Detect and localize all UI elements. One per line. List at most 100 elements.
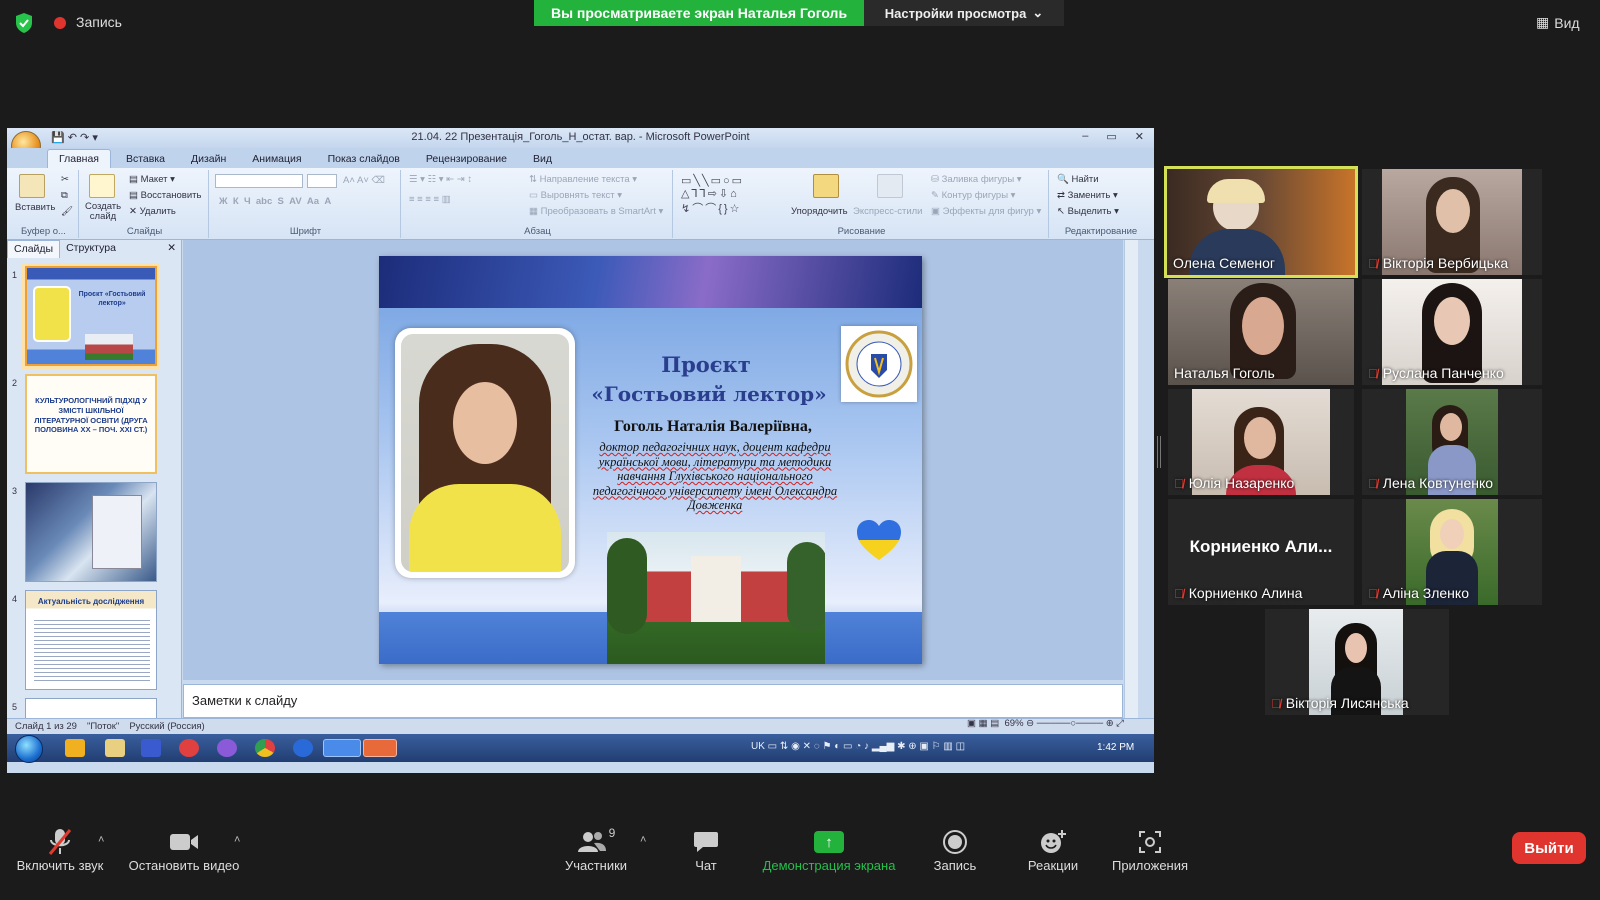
quick-styles-icon[interactable] — [877, 174, 903, 198]
participant-tile[interactable]: Олена Семеног — [1164, 166, 1358, 278]
align-text-button[interactable]: ▭ Выровнять текст ▾ — [529, 190, 622, 201]
video-options-caret-icon[interactable]: ˄ — [234, 834, 240, 846]
apps-button[interactable]: Приложения — [1102, 826, 1198, 873]
quick-styles-button[interactable]: Экспресс-стили — [853, 206, 922, 217]
participant-tile[interactable]: Наталья Гоголь — [1168, 279, 1354, 385]
tab-home[interactable]: Главная — [47, 149, 111, 168]
font-style-buttons[interactable]: Ж К Ч abc S AV Aa A — [219, 196, 331, 207]
tab-slideshow[interactable]: Показ слайдов — [317, 150, 411, 168]
tab-outline[interactable]: Структура — [60, 240, 122, 258]
participant-tile[interactable]: 🎙̸ Руслана Панченко — [1362, 279, 1542, 385]
clock[interactable]: 1:42 PM — [1097, 742, 1134, 753]
text-direction-button[interactable]: ⇅ Направление текста ▾ — [529, 174, 637, 185]
tab-animation[interactable]: Анимация — [241, 150, 312, 168]
copy-icon[interactable]: ⧉ — [61, 190, 68, 201]
participant-tile[interactable]: 🎙̸ Вікторія Вербицька — [1362, 169, 1542, 275]
stop-video-button[interactable]: Остановить видео — [124, 826, 244, 873]
video-face — [1436, 189, 1470, 233]
participant-tile[interactable]: Корниенко Али... 🎙̸ Корниенко Алина — [1168, 499, 1354, 605]
record-button[interactable]: Запись — [920, 826, 990, 873]
delete-slide-button[interactable]: ✕ Удалить — [129, 206, 176, 217]
shapes-gallery[interactable]: ▭╲╲▭○▭ △⅂⅂⇨⇩⌂ ↯⌒⌒{}☆ — [681, 174, 744, 216]
participant-tile[interactable]: 🎙̸ Аліна Зленко — [1362, 499, 1542, 605]
minimize-icon[interactable]: – — [1082, 130, 1088, 143]
input-language[interactable]: UK — [751, 741, 765, 752]
tab-insert[interactable]: Вставка — [115, 150, 176, 168]
zoom-app-icon[interactable] — [323, 739, 361, 757]
list-buttons[interactable]: ☰ ▾ ☷ ▾ ⇤ ⇥ ↕ — [409, 174, 472, 185]
view-settings-dropdown[interactable]: Настройки просмотра ⌄ — [864, 0, 1064, 26]
chrome-icon[interactable] — [255, 739, 275, 757]
paste-button[interactable]: Вставить — [15, 202, 55, 213]
participant-tile[interactable]: 🎙̸ Юлія Назаренко — [1168, 389, 1354, 495]
tab-review[interactable]: Рецензирование — [415, 150, 518, 168]
undo-icon[interactable]: ↶ — [68, 132, 77, 144]
select-button[interactable]: ↖ Выделить ▾ — [1057, 206, 1119, 217]
close-pane-icon[interactable]: ✕ — [161, 240, 182, 258]
start-button-icon[interactable] — [15, 735, 43, 763]
editor-scrollbar[interactable] — [1124, 240, 1138, 726]
zoom-control[interactable]: ▣ ▦ ▤ 69% ⊖ ─────○──── ⊕ ⤢ — [967, 718, 1124, 729]
panel-divider-handle[interactable] — [1157, 436, 1161, 468]
grow-font-icon[interactable]: A˄ A˅ ⌫ — [343, 175, 385, 186]
shape-effects-button[interactable]: ▣ Эффекты для фигур ▾ — [931, 206, 1041, 217]
tab-design[interactable]: Дизайн — [180, 150, 237, 168]
participant-tile[interactable]: 🎙̸ Вікторія Лисянська — [1265, 609, 1449, 715]
shared-screen[interactable]: 21.04. 22 Презентація_Гоголь_Н_остат. ва… — [7, 128, 1154, 773]
powerpoint-app-icon[interactable] — [363, 739, 397, 757]
audio-options-caret-icon[interactable]: ˄ — [98, 834, 104, 846]
align-buttons[interactable]: ≡ ≡ ≡ ≡ ▥ — [409, 194, 451, 205]
slide-thumbnail-3[interactable] — [25, 482, 157, 582]
cut-icon[interactable]: ✂ — [61, 174, 69, 185]
replace-button[interactable]: ⇄ Заменить ▾ — [1057, 190, 1118, 201]
building-tree — [787, 542, 825, 632]
arrange-button[interactable]: Упорядочить — [791, 206, 848, 217]
redo-icon[interactable]: ↷ — [80, 132, 89, 144]
new-slide-button[interactable]: Создать слайд — [85, 202, 121, 222]
smartart-button[interactable]: ▦ Преобразовать в SmartArt ▾ — [529, 206, 663, 217]
save-app-icon[interactable] — [141, 739, 161, 757]
theme-name: "Поток" — [86, 721, 120, 732]
app-icon[interactable] — [179, 739, 199, 757]
text-direction-label: Направление текста — [539, 174, 630, 185]
tab-view[interactable]: Вид — [522, 150, 563, 168]
new-slide-icon[interactable] — [89, 174, 115, 198]
reset-button[interactable]: ▤ Восстановить — [129, 190, 201, 201]
paste-icon[interactable] — [19, 174, 45, 198]
close-icon[interactable]: ✕ — [1135, 130, 1144, 143]
shape-outline-button[interactable]: ✎ Контур фигуры ▾ — [931, 190, 1015, 201]
leave-meeting-button[interactable]: Выйти — [1512, 832, 1586, 864]
chat-button[interactable]: Чат — [674, 826, 738, 873]
share-screen-button[interactable]: ↑ Демонстрация экрана — [756, 826, 902, 873]
participant-tile[interactable]: 🎙̸ Лена Ковтуненко — [1362, 389, 1542, 495]
save-icon[interactable]: 💾 — [51, 132, 65, 144]
explorer-icon[interactable] — [105, 739, 125, 757]
tab-slides[interactable]: Слайды — [7, 240, 61, 258]
participants-button[interactable]: 9 Участники — [550, 826, 642, 873]
recording-label[interactable]: Запись — [76, 14, 122, 30]
font-name-select[interactable] — [215, 174, 303, 188]
view-button[interactable]: ▦ Вид — [1536, 14, 1580, 31]
browser-icon[interactable] — [293, 739, 313, 757]
reactions-button[interactable]: Реакции — [1016, 826, 1090, 873]
slide-thumbnail-4[interactable]: Актуальність дослідження — [25, 590, 157, 690]
format-painter-icon[interactable]: 🖌 — [61, 206, 73, 217]
current-slide[interactable]: Проєкт «Гостьовий лектор» Гоголь Наталія… — [379, 256, 922, 664]
arrange-icon[interactable] — [813, 174, 839, 198]
media-player-icon[interactable] — [65, 739, 85, 757]
slide-thumbnail-1[interactable]: Проєкт «Гостьовий лектор» — [25, 266, 157, 366]
unmute-button[interactable]: Включить звук — [10, 826, 110, 873]
zoom-level: 69% — [1004, 718, 1024, 729]
security-shield-icon[interactable] — [14, 12, 34, 34]
viber-icon[interactable] — [217, 739, 237, 757]
shape-fill-button[interactable]: ⛁ Заливка фигуры ▾ — [931, 174, 1022, 185]
thumbnail-number: 4 — [12, 594, 18, 604]
slide-thumbnail-2[interactable]: КУЛЬТУРОЛОГІЧНИЙ ПІДХІД У ЗМІСТІ ШКІЛЬНО… — [25, 374, 157, 474]
find-button[interactable]: 🔍 Найти — [1057, 174, 1099, 185]
participants-options-caret-icon[interactable]: ˄ — [640, 834, 646, 846]
maximize-icon[interactable]: ▭ — [1106, 130, 1116, 143]
quick-access-toolbar[interactable]: 💾 ↶ ↷ ▾ — [51, 131, 98, 144]
layout-button[interactable]: ▤ Макет ▾ — [129, 174, 175, 185]
font-size-select[interactable] — [307, 174, 337, 188]
slide-notes[interactable]: Заметки к слайду — [183, 684, 1123, 718]
